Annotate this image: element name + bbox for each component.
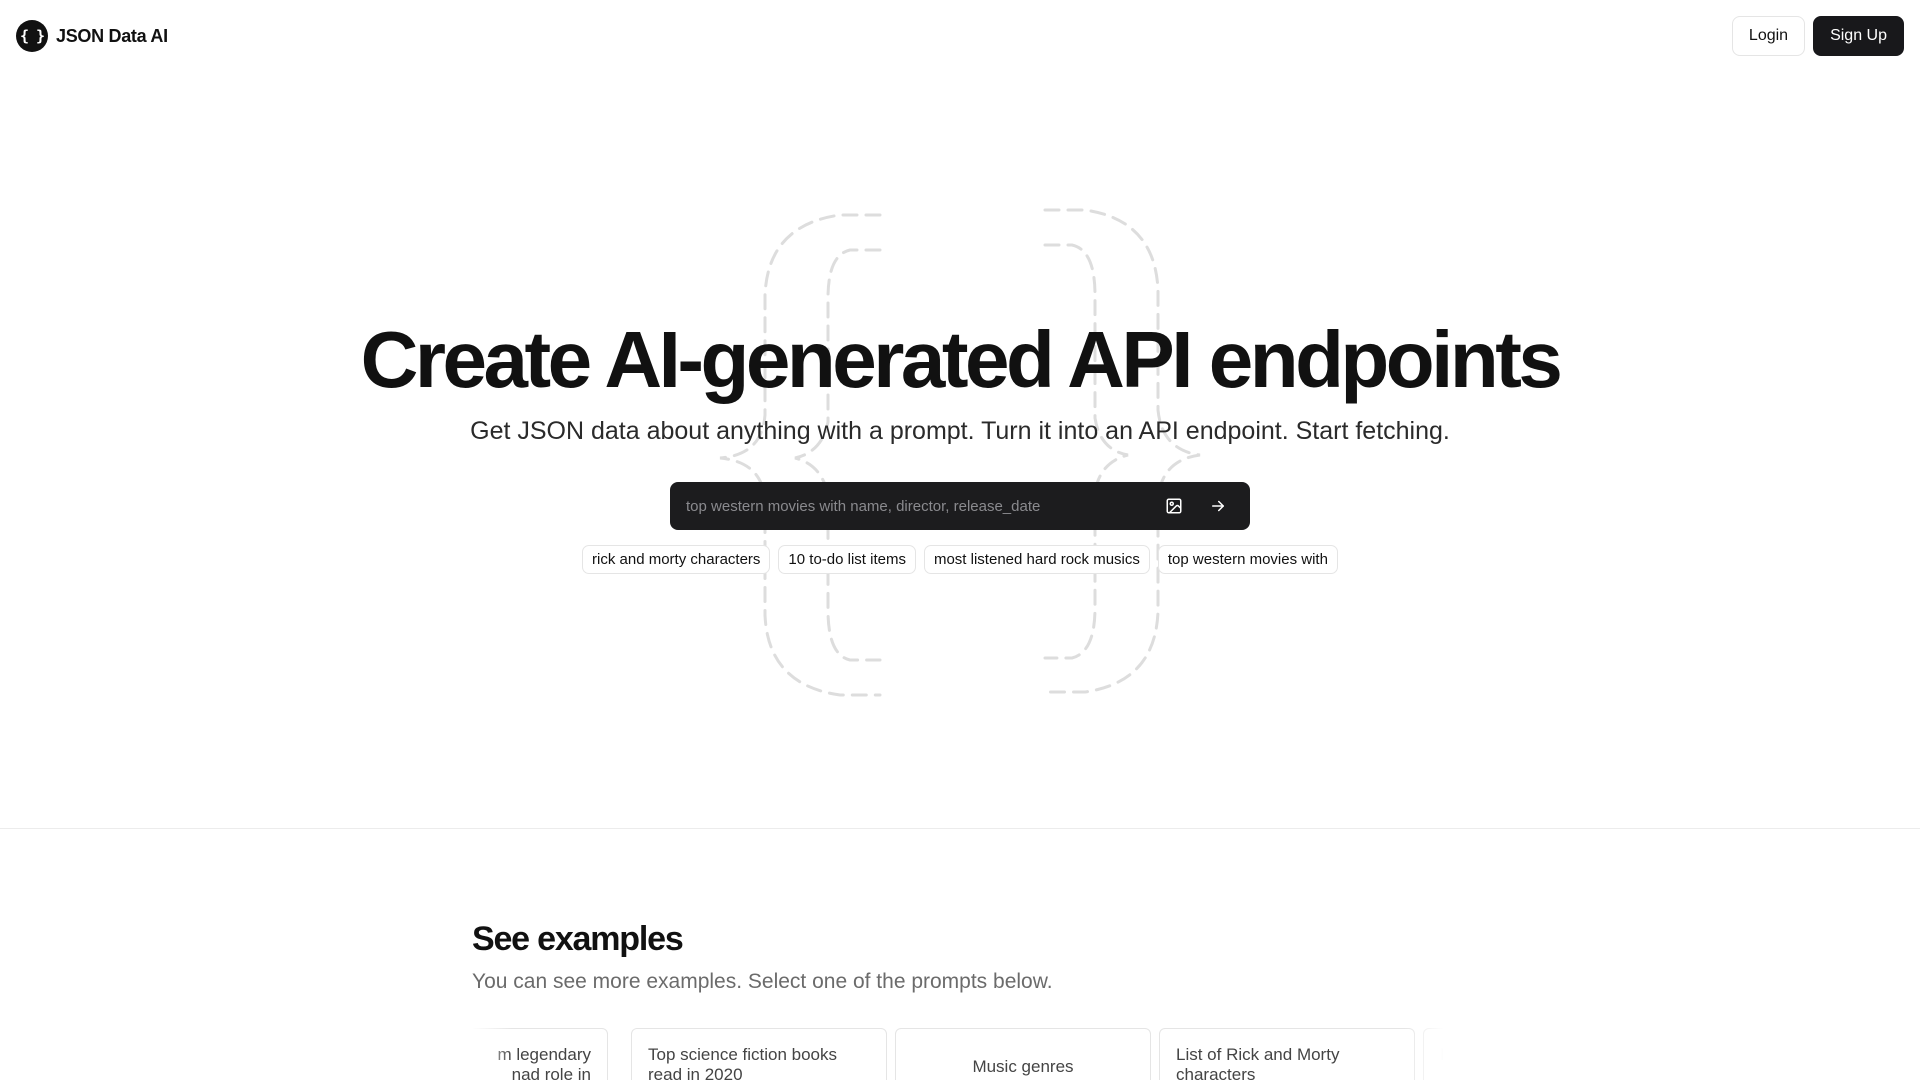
- hero-title: Create AI-generated API endpoints: [360, 315, 1563, 404]
- suggestion-chip[interactable]: rick and morty characters: [582, 545, 771, 574]
- example-card[interactable]: m legendary nad role in: [472, 1028, 608, 1080]
- suggestion-chip[interactable]: top western movies with: [1157, 545, 1338, 574]
- section-divider: [0, 828, 1920, 829]
- prompt-box: [670, 482, 1250, 530]
- examples-title: See examples: [472, 920, 684, 958]
- header: { } JSON Data AI Login Sign Up: [0, 0, 1920, 72]
- example-card[interactable]: List of Rick and Morty characters: [1159, 1028, 1415, 1080]
- suggestion-chip[interactable]: most listened hard rock musics: [923, 545, 1150, 574]
- examples-subtitle: You can see more examples. Select one of…: [472, 970, 1053, 993]
- signup-button[interactable]: Sign Up: [1813, 16, 1904, 56]
- brand-name: JSON Data AI: [56, 25, 168, 46]
- examples-carousel[interactable]: m legendary nad role in Top science fict…: [472, 1028, 1444, 1080]
- arrow-right-icon: [1212, 500, 1224, 512]
- example-card[interactable]: Top science fiction books read in 2020: [631, 1028, 887, 1080]
- braces-background-icon: [719, 208, 1201, 697]
- image-upload-button[interactable]: [1154, 488, 1194, 524]
- hero-subtitle: Get JSON data about anything with a prom…: [470, 417, 1450, 445]
- login-button[interactable]: Login: [1731, 16, 1806, 56]
- auth-buttons: Login Sign Up: [1731, 16, 1904, 56]
- example-card[interactable]: Music genres: [895, 1028, 1151, 1080]
- prompt-input[interactable]: [686, 482, 1138, 530]
- page: { } JSON Data AI Login Sign Up Create AI…: [0, 0, 1920, 1080]
- image-icon: [1166, 498, 1182, 514]
- brand-link[interactable]: { } JSON Data AI: [16, 20, 168, 52]
- submit-button[interactable]: [1198, 488, 1238, 524]
- suggestion-chip[interactable]: 10 to-do list items: [778, 545, 916, 574]
- example-card[interactable]: I: [1423, 1028, 1444, 1080]
- logo-icon: { }: [16, 20, 48, 52]
- suggestion-chips: rick and morty characters 10 to-do list …: [0, 545, 1920, 574]
